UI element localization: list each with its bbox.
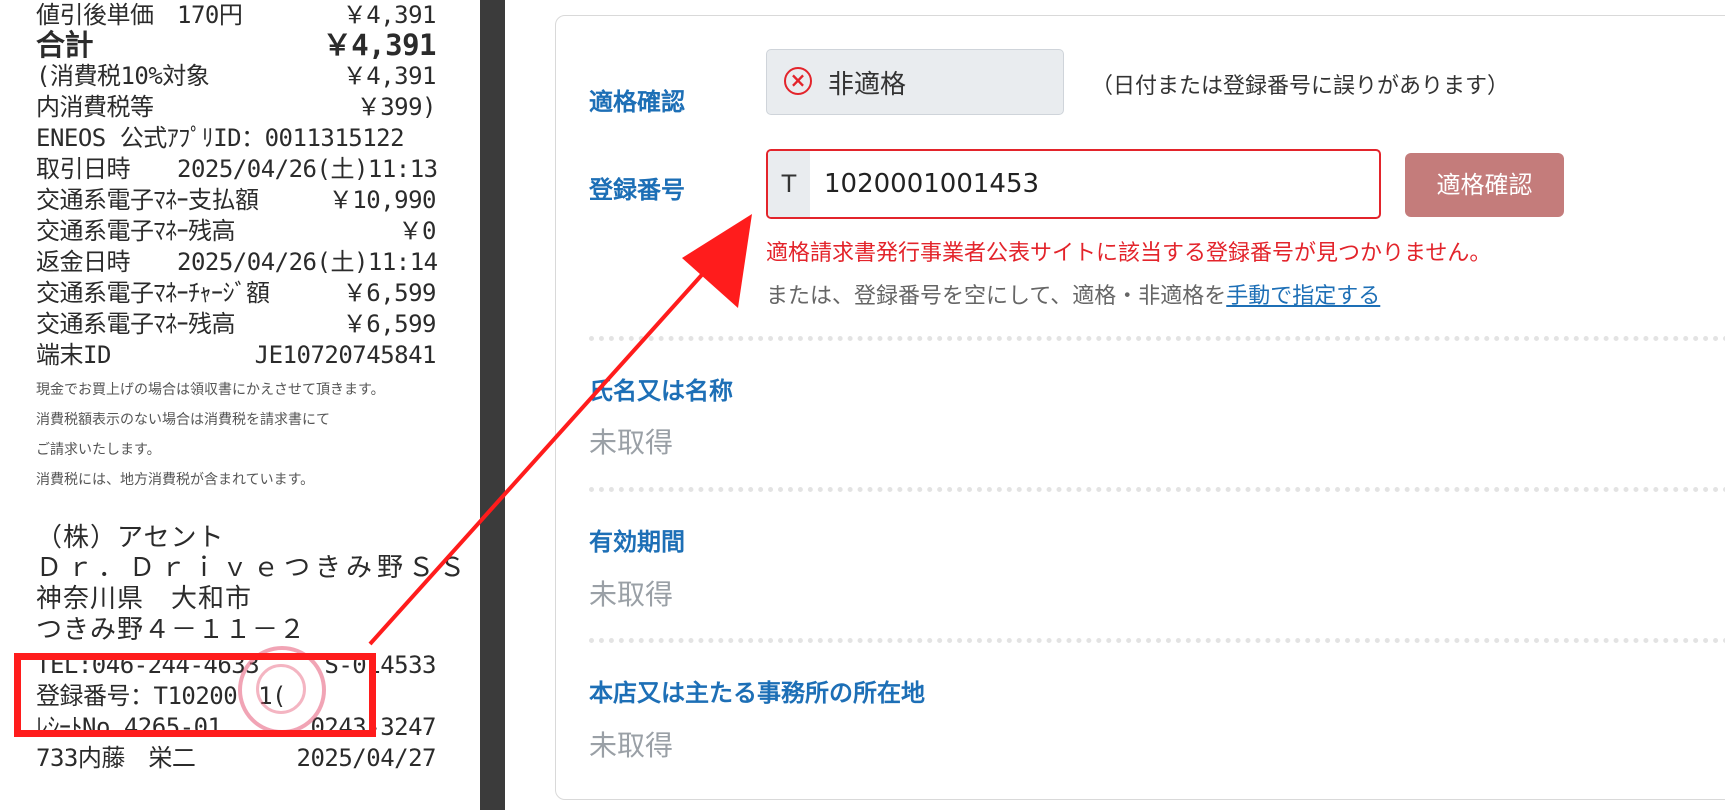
manual-hint-text: または、登録番号を空にして、適格・非適格を (766, 284, 1227, 309)
section-divider (589, 638, 1725, 643)
receipt-note: 現金でお買上げの場合は領収書にかえさせて頂きます。 (36, 382, 385, 398)
receipt-address: つきみ野４－１１－２ (36, 615, 307, 645)
receipt-line: 交通系電子ﾏﾈｰ残高 ￥6,599 (36, 310, 437, 338)
registration-highlight-box (14, 653, 376, 737)
eligibility-status: 非適格 (828, 70, 907, 100)
name-label: 氏名又は名称 (589, 377, 733, 405)
receipt-company: （株）アセント (36, 523, 225, 553)
manual-specify-link[interactable]: 手動で指定する (1226, 284, 1380, 309)
verify-eligibility-button[interactable]: 適格確認 (1405, 153, 1564, 217)
receipt-line: 交通系電子ﾏﾈｰ支払額 ￥10,990 (36, 186, 437, 214)
name-value: 未取得 (589, 426, 674, 459)
receipt-line: 交通系電子ﾏﾈｰﾁｬｰｼﾞ額 ￥6,599 (36, 279, 437, 307)
registration-error-message: 適格請求書発行事業者公表サイトに該当する登録番号が見つかりません。 (766, 241, 1492, 266)
panel-divider (480, 0, 505, 810)
receipt-note: 消費税額表示のない場合は消費税を請求書にて (36, 412, 330, 428)
registration-label: 登録番号 (589, 176, 685, 204)
receipt-line: 内消費税等 ￥399) (36, 93, 437, 121)
receipt-line: ENEOS 公式ｱﾌﾟﾘID：0011315122 (36, 124, 405, 152)
eligibility-status-box: × 非適格 (766, 49, 1064, 115)
receipt-total-line: 合計 ￥4,391 (36, 28, 437, 62)
receipt-line: 取引日時 2025/04/26(土)11:13 (36, 155, 438, 183)
validity-period-value: 未取得 (589, 578, 674, 611)
manual-hint: または、登録番号を空にして、適格・非適格を手動で指定する (766, 278, 1380, 310)
head-office-address-value: 未取得 (589, 729, 674, 762)
receipt-address: 神奈川県 大和市 (36, 584, 253, 614)
receipt-line: 端末ID JE10720745841 (36, 341, 437, 369)
validity-period-label: 有効期間 (589, 528, 685, 556)
registration-number-input[interactable]: T 1020001001453 (766, 149, 1381, 219)
receipt-line: (消費税10%対象 ￥4,391 (36, 62, 437, 90)
section-divider (589, 336, 1725, 341)
receipt-staff-date: 733内藤 栄二 2025/04/27 (36, 744, 436, 772)
x-circle-icon: × (784, 67, 812, 95)
registration-prefix: T (768, 151, 810, 217)
eligibility-label: 適格確認 (589, 88, 685, 116)
receipt-note: 消費税には、地方消費税が含まれています。 (36, 472, 315, 488)
receipt-line: 交通系電子ﾏﾈｰ残高 ￥0 (36, 217, 437, 245)
head-office-address-label: 本店又は主たる事務所の所在地 (589, 679, 925, 707)
receipt-line: 返金日時 2025/04/26(土)11:14 (36, 248, 438, 276)
receipt-note: ご請求いたします。 (36, 442, 161, 458)
section-divider (589, 487, 1725, 492)
receipt-line: 値引後単価 170円 ￥4,391 (36, 1, 437, 29)
receipt-store-name: Ｄｒ．Ｄｒｉｖｅつきみ野ＳＳ (36, 553, 471, 583)
receipt-image: 値引後単価 170円 ￥4,391 合計 ￥4,391 (消費税10%対象 ￥4… (0, 0, 480, 810)
registration-number-value[interactable]: 1020001001453 (824, 151, 1039, 217)
eligibility-note: （日付または登録番号に誤りがあります） (1091, 74, 1510, 99)
invoice-verification-panel: 適格確認 × 非適格 （日付または登録番号に誤りがあります） 登録番号 T 10… (555, 15, 1725, 800)
